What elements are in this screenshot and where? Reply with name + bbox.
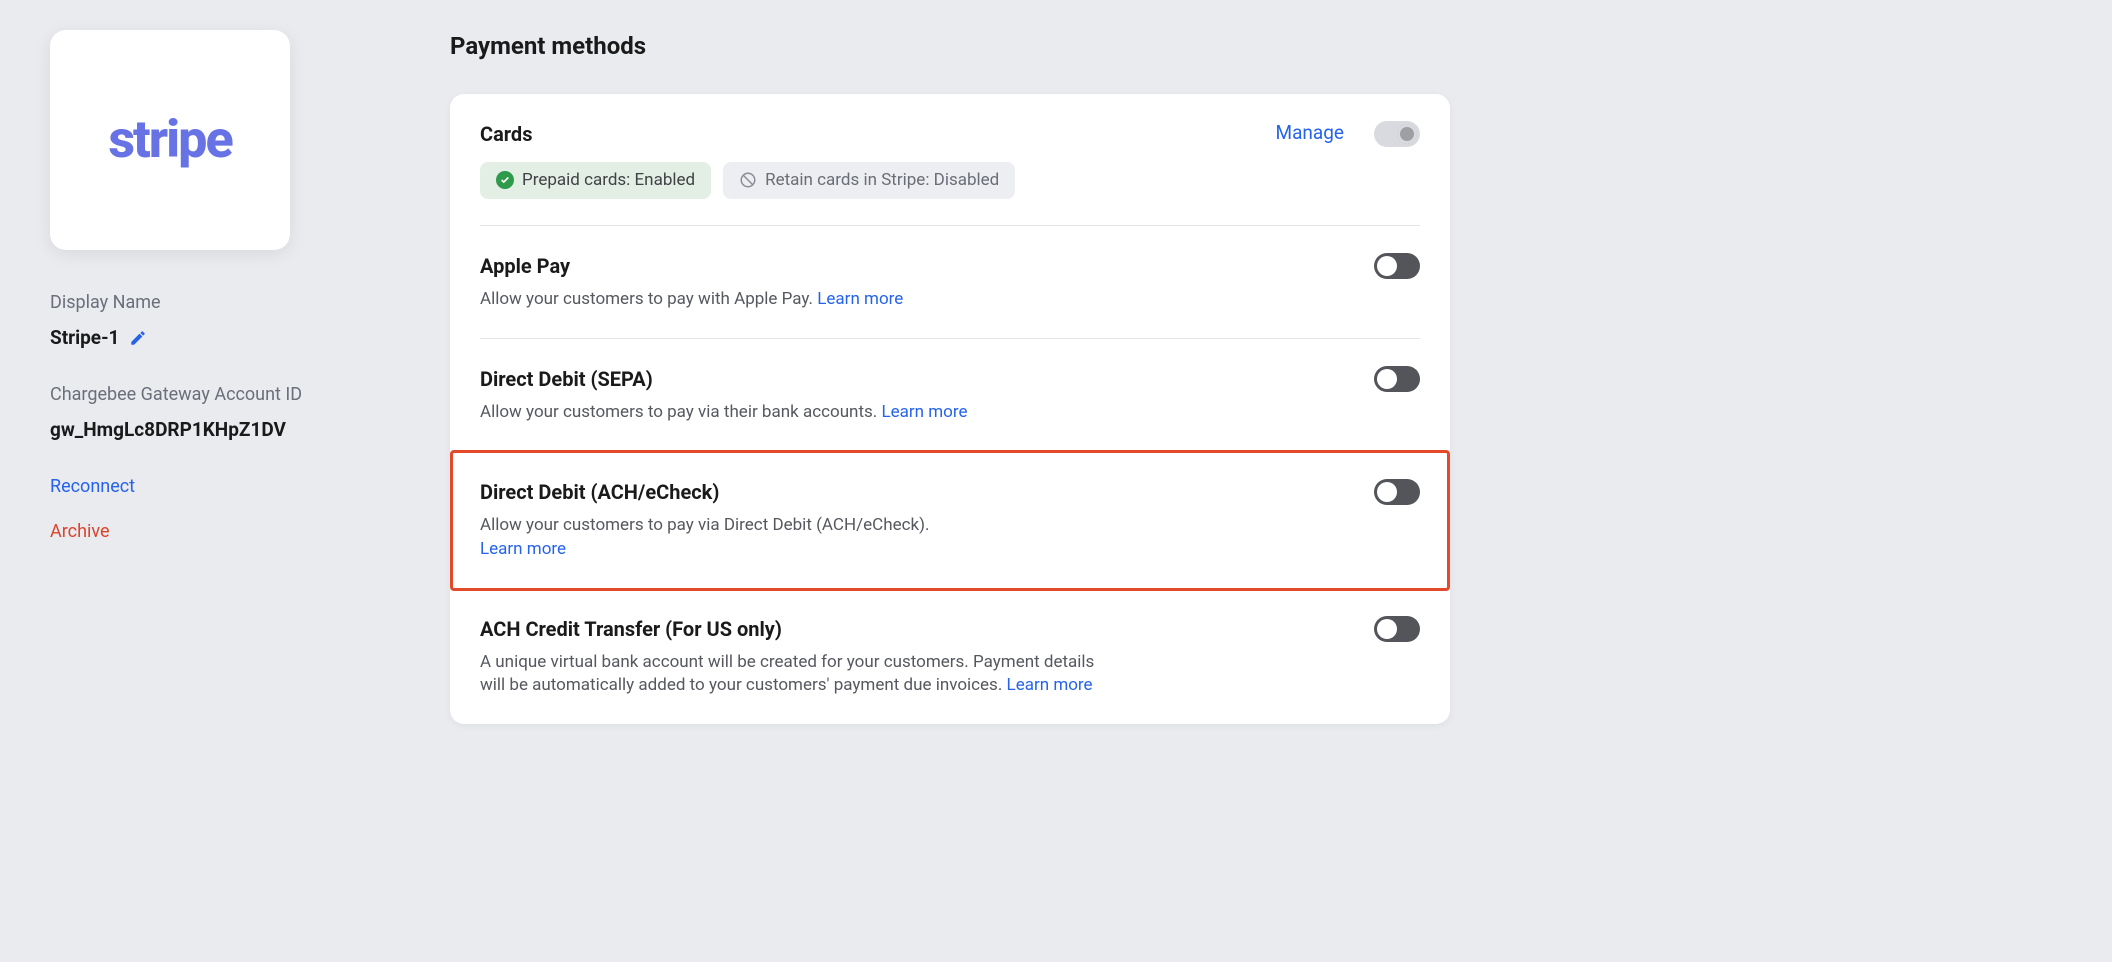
method-title-sepa: Direct Debit (SEPA) [480, 365, 653, 393]
gateway-id-text: gw_HmgLc8DRP1KHpZ1DV [50, 417, 286, 444]
toggle-apple-pay[interactable] [1374, 253, 1420, 279]
learn-more-ach-credit[interactable]: Learn more [1007, 675, 1093, 695]
manage-link[interactable]: Manage [1276, 120, 1345, 147]
display-name-text: Stripe-1 [50, 325, 119, 352]
gateway-id-label: Chargebee Gateway Account ID [50, 382, 390, 407]
archive-link[interactable]: Archive [50, 519, 390, 544]
check-circle-icon [496, 171, 514, 189]
method-desc-ach-credit: A unique virtual bank account will be cr… [480, 651, 1100, 699]
reconnect-link[interactable]: Reconnect [50, 474, 390, 499]
method-row-apple-pay: Apple Pay Allow your customers to pay wi… [480, 226, 1420, 339]
desc-text-sepa: Allow your customers to pay via their ba… [480, 402, 881, 422]
badge-prepaid-enabled: Prepaid cards: Enabled [480, 162, 711, 200]
toggle-cards[interactable] [1374, 121, 1420, 147]
method-title-apple-pay: Apple Pay [480, 252, 570, 280]
gateway-id-value: gw_HmgLc8DRP1KHpZ1DV [50, 417, 390, 444]
gateway-logo-card: stripe [50, 30, 290, 250]
section-title: Payment methods [450, 30, 1450, 64]
learn-more-ach[interactable]: Learn more [480, 539, 566, 559]
sidebar: stripe Display Name Stripe-1 Chargebee G… [50, 30, 390, 724]
method-title-ach: Direct Debit (ACH/eCheck) [480, 478, 719, 506]
method-row-sepa: Direct Debit (SEPA) Allow your customers… [480, 339, 1420, 452]
method-desc-apple-pay: Allow your customers to pay with Apple P… [480, 288, 1100, 312]
method-title-ach-credit: ACH Credit Transfer (For US only) [480, 615, 782, 643]
learn-more-apple-pay[interactable]: Learn more [817, 289, 903, 309]
method-title-cards: Cards [480, 120, 532, 148]
badge-prepaid-text: Prepaid cards: Enabled [522, 169, 695, 193]
method-desc-ach: Allow your customers to pay via Direct D… [480, 514, 1100, 562]
stripe-logo: stripe [108, 104, 231, 177]
ban-circle-icon [739, 171, 757, 189]
payment-methods-panel: Cards Manage Prepaid cards: Enabled [450, 94, 1450, 725]
toggle-ach-credit[interactable] [1374, 616, 1420, 642]
method-desc-sepa: Allow your customers to pay via their ba… [480, 401, 1100, 425]
pencil-icon[interactable] [129, 329, 147, 347]
learn-more-sepa[interactable]: Learn more [881, 402, 967, 422]
display-name-label: Display Name [50, 290, 390, 315]
desc-text-ach-credit: A unique virtual bank account will be cr… [480, 652, 1094, 696]
display-name-value: Stripe-1 [50, 325, 390, 352]
toggle-ach[interactable] [1374, 479, 1420, 505]
toggle-sepa[interactable] [1374, 366, 1420, 392]
desc-text-apple-pay: Allow your customers to pay with Apple P… [480, 289, 817, 309]
badge-retain-disabled: Retain cards in Stripe: Disabled [723, 162, 1015, 200]
desc-text-ach: Allow your customers to pay via Direct D… [480, 515, 930, 535]
method-row-ach: Direct Debit (ACH/eCheck) Allow your cus… [480, 452, 1420, 589]
main-content: Payment methods Cards Manage [450, 30, 1450, 724]
method-row-ach-credit: ACH Credit Transfer (For US only) A uniq… [480, 589, 1420, 725]
badge-retain-text: Retain cards in Stripe: Disabled [765, 169, 999, 193]
method-row-cards: Cards Manage Prepaid cards: Enabled [480, 94, 1420, 227]
